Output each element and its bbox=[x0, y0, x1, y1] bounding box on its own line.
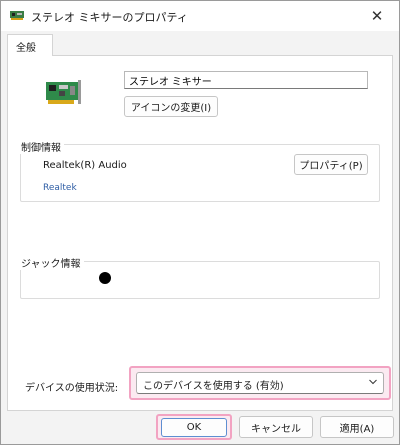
apply-button[interactable]: 適用(A) bbox=[320, 416, 394, 438]
title-bar: ステレオ ミキサーのプロパティ ✕ bbox=[1, 1, 399, 31]
controller-properties-button[interactable]: プロパティ(P) bbox=[294, 154, 368, 175]
jack-info-label: ジャック情報 bbox=[18, 255, 84, 270]
cancel-button[interactable]: キャンセル bbox=[239, 416, 313, 438]
device-usage-label: デバイスの使用状況: bbox=[25, 383, 119, 394]
close-icon[interactable]: ✕ bbox=[355, 1, 399, 31]
window-title: ステレオ ミキサーのプロパティ bbox=[31, 11, 188, 24]
chevron-down-icon bbox=[369, 379, 377, 385]
change-icon-button[interactable]: アイコンの変更(I) bbox=[124, 96, 218, 117]
controller-name: Realtek(R) Audio bbox=[43, 160, 127, 171]
device-name-field[interactable] bbox=[124, 71, 368, 89]
controller-info-label: 制御情報 bbox=[18, 139, 64, 154]
properties-dialog: ステレオ ミキサーのプロパティ ✕ 全般 アイコンの変更(I) 制御情報 Rea… bbox=[0, 0, 400, 445]
general-tab-panel: アイコンの変更(I) 制御情報 Realtek(R) Audio Realtek… bbox=[7, 55, 393, 411]
sound-card-icon bbox=[46, 80, 81, 104]
device-usage-value: このデバイスを使用する (有効) bbox=[143, 381, 284, 392]
ok-button[interactable]: OK bbox=[161, 418, 227, 437]
jack-indicator bbox=[99, 272, 111, 284]
device-usage-select[interactable]: このデバイスを使用する (有効) bbox=[136, 372, 384, 394]
sound-card-icon bbox=[10, 11, 24, 20]
controller-vendor: Realtek bbox=[43, 183, 77, 193]
tab-general[interactable]: 全般 bbox=[7, 34, 53, 56]
